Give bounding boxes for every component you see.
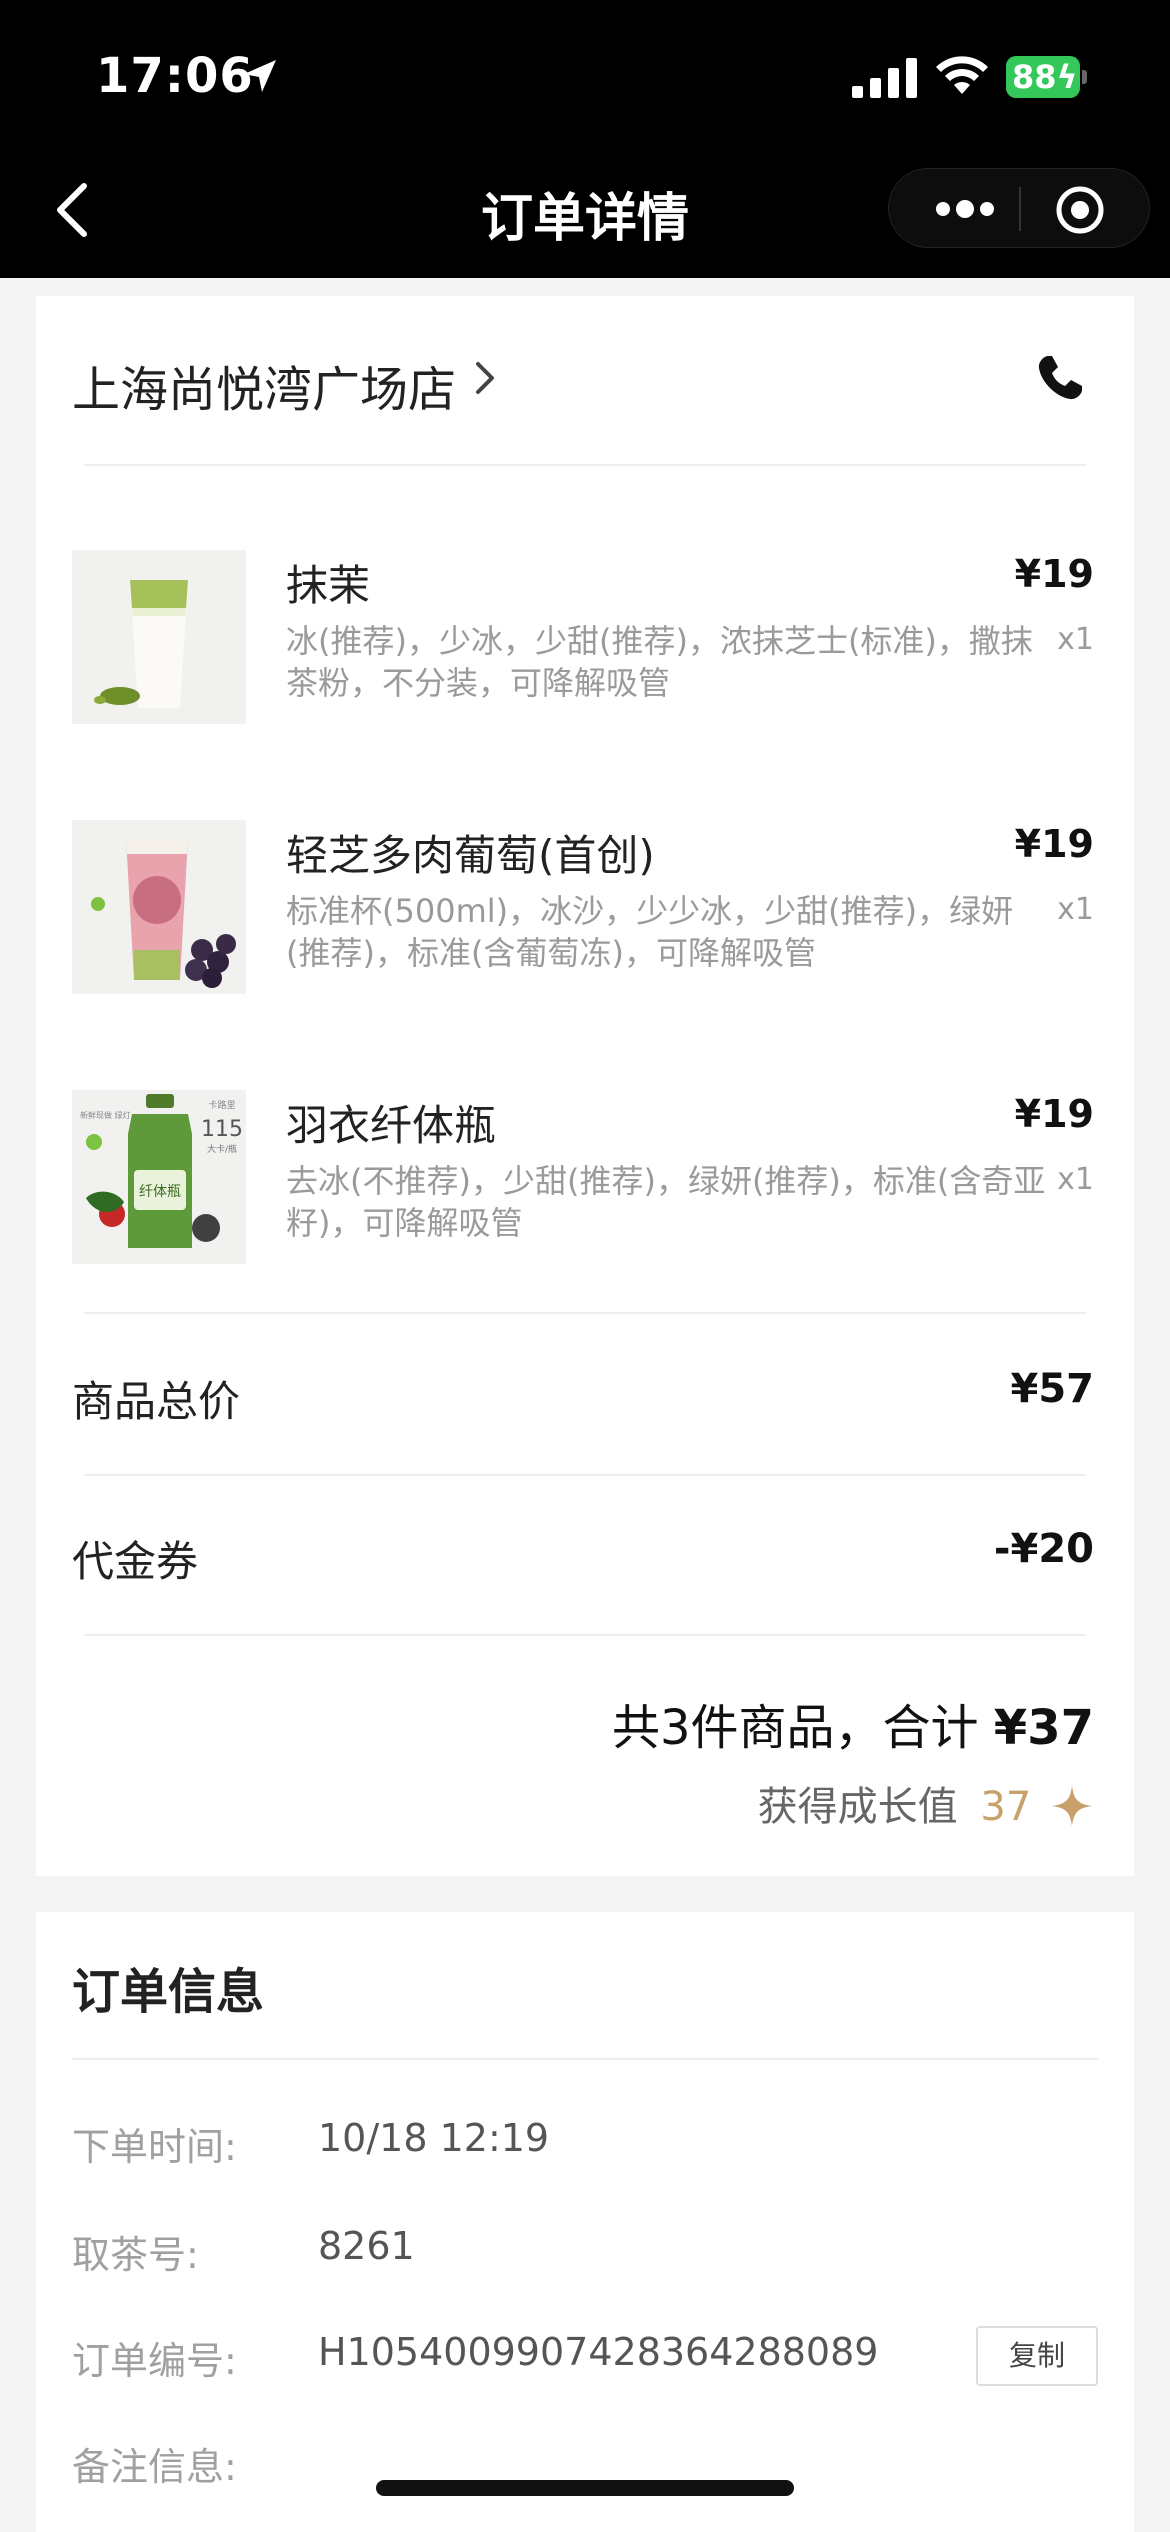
order-item[interactable]: 纤体瓶 新鲜现做 绿灯 卡路里 115 大卡/瓶 羽衣纤体瓶 去冰(不推荐)，少… — [36, 1090, 1134, 1270]
bottle-calorie-label: 卡路里 — [208, 1099, 235, 1111]
bottle-badge-text: 新鲜现做 绿灯 — [80, 1110, 131, 1120]
product-quantity: x1 — [1057, 892, 1094, 927]
battery-indicator: 88ϟ — [1006, 56, 1087, 98]
miniprogram-capsule — [888, 168, 1150, 248]
product-name: 轻芝多肉葡萄(首创) — [286, 831, 655, 880]
battery-level: 88ϟ — [1006, 56, 1080, 98]
divider — [72, 2058, 1098, 2060]
divider — [84, 1312, 1086, 1314]
matcha-tea-image — [72, 550, 246, 724]
bottle-calorie-unit: 大卡/瓶 — [207, 1143, 237, 1155]
order-total: 共3件商品，合计 ¥37 — [612, 1688, 1094, 1758]
total-prefix: 共3件商品，合计 — [611, 1700, 979, 1756]
order-info-card: 订单信息 下单时间: 10/18 12:19 取茶号: 8261 订单编号: H… — [36, 1912, 1134, 2532]
grape-tea-image — [72, 820, 246, 994]
close-target-icon[interactable] — [1055, 185, 1105, 235]
order-info-title: 订单信息 — [72, 1964, 265, 2020]
order-item[interactable]: 轻芝多肉葡萄(首创) 标准杯(500ml)，冰沙，少少冰，少甜(推荐)，绿妍(推… — [36, 820, 1134, 1000]
product-options: 冰(推荐)，少冰，少甜(推荐)，浓抹芝士(标准)，撒抹茶粉，不分装，可降解吸管 — [286, 622, 1033, 702]
pickup-number-label: 取茶号: — [72, 2233, 199, 2277]
copy-button[interactable]: 复制 — [976, 2326, 1098, 2386]
order-number-value: H1054009907428364288089 — [318, 2330, 879, 2374]
pickup-number-value: 8261 — [318, 2224, 415, 2268]
status-time: 17:06 — [96, 48, 254, 104]
order-time-value: 10/18 12:19 — [318, 2116, 550, 2160]
chevron-right-icon[interactable] — [470, 356, 500, 400]
bottle-calorie-value: 115 — [201, 1117, 243, 1142]
total-amount: ¥37 — [993, 1700, 1094, 1756]
capsule-divider — [1019, 187, 1021, 231]
location-arrow-icon — [244, 60, 276, 92]
phone-icon[interactable] — [1034, 352, 1086, 404]
home-indicator — [376, 2480, 794, 2496]
product-name: 抹茉 — [286, 561, 371, 610]
product-quantity: x1 — [1057, 1162, 1094, 1197]
product-price: ¥19 — [1014, 1092, 1094, 1136]
voucher-value: -¥20 — [993, 1526, 1094, 1572]
cellular-signal-icon — [852, 58, 917, 98]
more-dots-icon[interactable] — [933, 193, 997, 225]
divider — [84, 1474, 1086, 1476]
product-options: 标准杯(500ml)，冰沙，少少冰，少甜(推荐)，绿妍(推荐)，标准(含葡萄冻)… — [286, 892, 1014, 972]
order-number-label: 订单编号: — [72, 2339, 237, 2383]
product-price: ¥19 — [1014, 552, 1094, 596]
subtotal-label: 商品总价 — [72, 1377, 241, 1426]
divider — [84, 1634, 1086, 1636]
growth-points: 获得成长值 37 — [758, 1774, 1094, 1832]
product-options: 去冰(不推荐)，少甜(推荐)，绿妍(推荐)，标准(含奇亚籽)，可降解吸管 — [286, 1162, 1046, 1242]
divider — [84, 464, 1086, 466]
wifi-icon — [936, 56, 988, 94]
product-quantity: x1 — [1057, 622, 1094, 657]
order-time-label: 下单时间: — [72, 2125, 237, 2169]
product-price: ¥19 — [1014, 822, 1094, 866]
bottle-label-text: 纤体瓶 — [139, 1184, 181, 1200]
top-bar: 17:06 88ϟ 订单详情 — [0, 0, 1170, 278]
battery-tip — [1082, 70, 1087, 84]
kale-bottle-image: 纤体瓶 新鲜现做 绿灯 卡路里 115 大卡/瓶 — [72, 1090, 246, 1264]
sparkle-icon — [1052, 1786, 1092, 1826]
subtotal-value: ¥57 — [1010, 1366, 1095, 1412]
growth-value: 37 — [980, 1784, 1032, 1830]
order-card: 上海尚悦湾广场店 抹茉 冰(推荐)，少冰，少甜(推荐)，浓抹芝士(标准)，撒抹茶… — [36, 296, 1134, 1876]
growth-label: 获得成长值 — [757, 1784, 958, 1830]
voucher-label: 代金券 — [72, 1537, 199, 1586]
product-name: 羽衣纤体瓶 — [286, 1101, 497, 1150]
order-item[interactable]: 抹茉 冰(推荐)，少冰，少甜(推荐)，浓抹芝士(标准)，撒抹茶粉，不分装，可降解… — [36, 550, 1134, 730]
store-name[interactable]: 上海尚悦湾广场店 — [72, 350, 456, 420]
note-label: 备注信息: — [72, 2445, 237, 2489]
